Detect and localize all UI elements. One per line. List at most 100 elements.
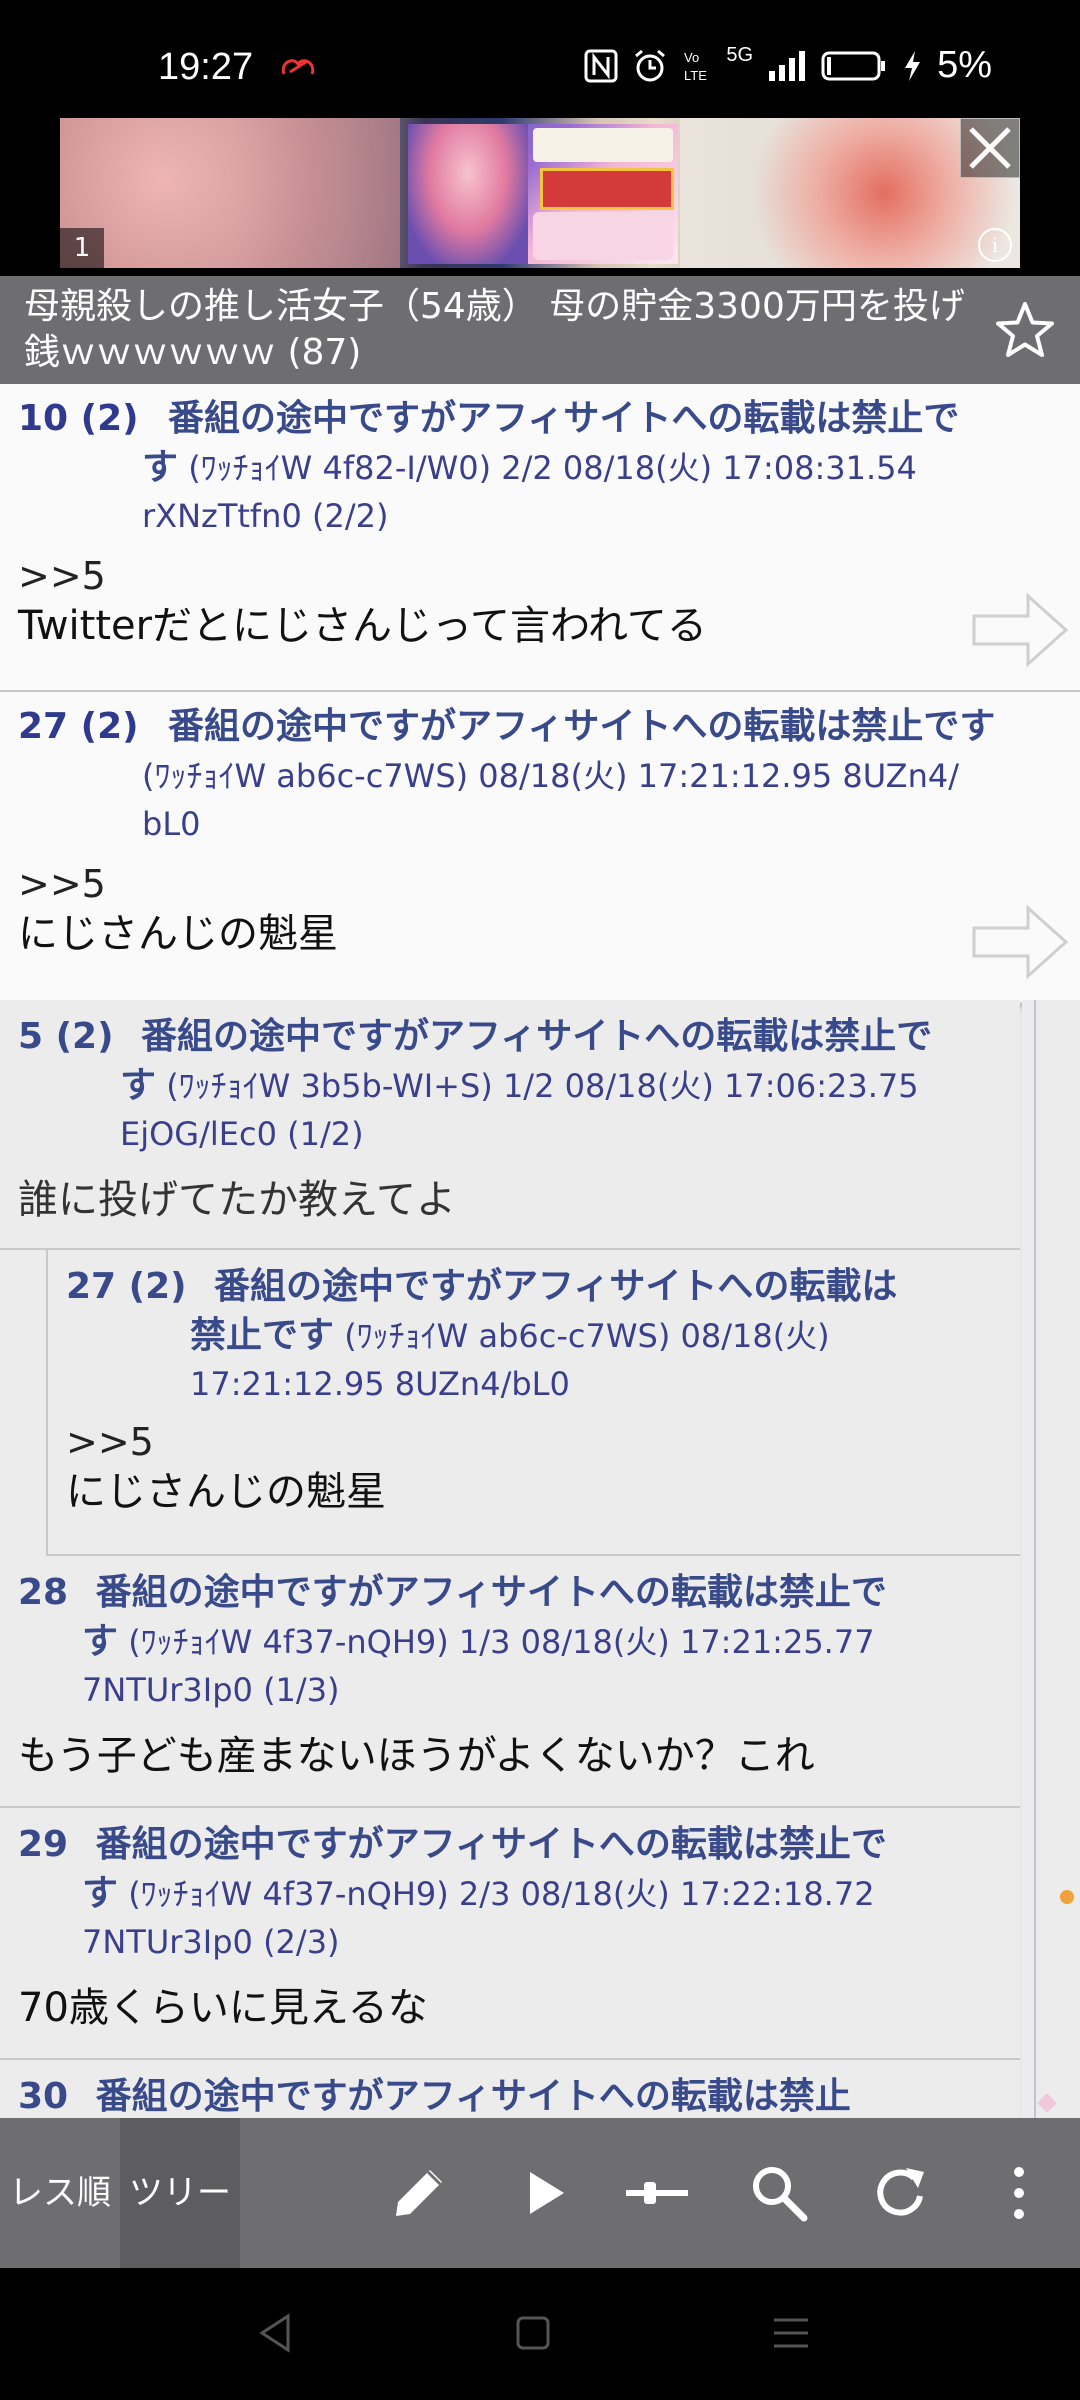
- post-name: 番組の途中ですがアフィサイトへの転載は禁止で: [168, 398, 960, 439]
- slider-icon[interactable]: [622, 2158, 692, 2228]
- post-id[interactable]: 7NTUr3Ip0 (2/3): [82, 1923, 340, 1961]
- back-icon[interactable]: [250, 2308, 300, 2358]
- ad-close-icon[interactable]: [960, 118, 1020, 178]
- list-item[interactable]: 29 番組の途中ですがアフィサイトへの転載は禁止で す (ﾜｯﾁｮｲW 4f37…: [0, 1808, 1020, 2060]
- ad-character-image: [408, 124, 528, 264]
- post-meta: (ﾜｯﾁｮｲW 3b5b-WI+S) 1/2 08/18(火) 17:06:23…: [156, 1067, 919, 1105]
- play-icon[interactable]: [510, 2158, 580, 2228]
- ad-banner[interactable]: 1 i: [60, 118, 1020, 268]
- signal-bars-icon: [769, 50, 806, 81]
- tab-order[interactable]: レス順: [0, 2118, 120, 2268]
- scroll-track: [1034, 1000, 1036, 2118]
- search-icon[interactable]: [744, 2158, 814, 2228]
- post-name: 番組の途中ですがアフィサイトへの転載は禁止: [95, 2076, 851, 2117]
- scroll-marker-orange[interactable]: [1060, 1890, 1074, 1904]
- home-icon[interactable]: [508, 2308, 558, 2358]
- post-meta-block: す (ﾜｯﾁｮｲW 4f82-I/W0) 2/2 08/18(火) 17:08:…: [18, 444, 1062, 540]
- post-name: 番組の途中ですがアフィサイトへの転載は禁止で: [95, 1824, 887, 1865]
- post-header: 27 (2) 番組の途中ですがアフィサイトへの転載は禁止です: [18, 702, 1062, 752]
- post-meta-block: す (ﾜｯﾁｮｲW 4f37-nQH9) 2/3 08/18(火) 17:22:…: [18, 1870, 1002, 1966]
- write-pencil-icon[interactable]: [384, 2158, 454, 2228]
- refresh-icon[interactable]: [866, 2158, 936, 2228]
- list-item-nested[interactable]: 27 (2) 番組の途中ですがアフィサイトへの転載は 禁止です (ﾜｯﾁｮｲW …: [46, 1250, 1020, 1556]
- post-anchor[interactable]: >>5: [18, 862, 1062, 906]
- post-body: もう子ども産まないほうがよくないか？これ: [18, 1733, 815, 1779]
- post-body: 70歳くらいに見えるな: [18, 1985, 428, 2031]
- ad-logo: [533, 128, 673, 162]
- post-header: 30 番組の途中ですがアフィサイトへの転載は禁止: [18, 2072, 1002, 2118]
- favorite-star-icon[interactable]: [992, 298, 1058, 364]
- post-number[interactable]: 5 (2): [18, 1012, 114, 1062]
- svg-text:Vo: Vo: [684, 50, 699, 65]
- ad-campaign-box: [533, 212, 673, 260]
- post-id[interactable]: EjOG/lEc0 (1/2): [120, 1115, 364, 1153]
- post-anchor[interactable]: >>5: [66, 1420, 1002, 1464]
- post-name-cont: す: [142, 447, 179, 488]
- svg-text:LTE: LTE: [684, 68, 707, 83]
- ad-info-icon[interactable]: i: [978, 228, 1012, 262]
- post-name: 番組の途中ですがアフィサイトへの転載は: [214, 1266, 898, 1307]
- post-id[interactable]: 17:21:12.95 8UZn4/bL0: [190, 1365, 570, 1403]
- recents-menu-icon[interactable]: [766, 2308, 816, 2358]
- post-number[interactable]: 29: [18, 1820, 68, 1870]
- post-anchor[interactable]: >>5: [18, 554, 1062, 598]
- ad-badge: [540, 168, 674, 210]
- scroll-marker-pink[interactable]: [1037, 2093, 1057, 2113]
- post-meta: (ﾜｯﾁｮｲW 4f82-I/W0) 2/2 08/18(火) 17:08:31…: [178, 449, 917, 487]
- ad-image-left: [60, 118, 400, 268]
- post-meta-block: 禁止です (ﾜｯﾁｮｲW ab6c-c7WS) 08/18(火) 17:21:1…: [66, 1312, 1002, 1408]
- battery-icon: [821, 51, 886, 80]
- tab-tree[interactable]: ツリー: [120, 2118, 240, 2268]
- post-list[interactable]: 5 (2) 番組の途中ですがアフィサイトへの転載は禁止で す (ﾜｯﾁｮｲW 3…: [0, 1000, 1020, 2118]
- signal-5g-icon: 5G: [726, 44, 754, 66]
- ad-counter: 1: [60, 228, 104, 268]
- post-meta-block: す (ﾜｯﾁｮｲW 4f37-nQH9) 1/3 08/18(火) 17:21:…: [18, 1618, 1002, 1714]
- post-id[interactable]: rXNzTtfn0 (2/2): [142, 497, 388, 535]
- volte-icon: Vo LTE: [684, 50, 707, 83]
- nfc-icon: [584, 49, 618, 82]
- post-number[interactable]: 10 (2): [18, 398, 139, 439]
- post-id[interactable]: bL0: [142, 805, 201, 843]
- post-name: 番組の途中ですがアフィサイトへの転載は禁止で: [141, 1016, 933, 1057]
- jump-arrow-icon[interactable]: [970, 590, 1070, 670]
- post-name-cont: す: [82, 1621, 119, 1662]
- post-name-cont: す: [82, 1873, 119, 1914]
- charging-icon: [905, 50, 921, 81]
- post-number[interactable]: 27 (2): [18, 706, 139, 747]
- post-body: Twitterだとにじさんじって言われてる: [18, 603, 707, 649]
- post-header: 28 番組の途中ですがアフィサイトへの転載は禁止で: [18, 1568, 1002, 1618]
- battery-percent: 5%: [937, 44, 992, 86]
- thread-title: 母親殺しの推し活女子（54歳） 母の貯金3300万円を投げ銭ｗｗｗｗｗｗ (87…: [24, 286, 965, 373]
- jump-arrow-icon[interactable]: [970, 902, 1070, 982]
- system-nav-bar: [0, 2268, 1080, 2400]
- status-time: 19:27: [158, 46, 254, 88]
- post-header: 29 番組の途中ですがアフィサイトへの転載は禁止で: [18, 1820, 1002, 1870]
- post-number[interactable]: 27 (2): [66, 1262, 187, 1312]
- thread-title-bar: 母親殺しの推し活女子（54歳） 母の貯金3300万円を投げ銭ｗｗｗｗｗｗ (87…: [0, 276, 1080, 384]
- list-item[interactable]: 30 番組の途中ですがアフィサイトへの転載は禁止: [0, 2060, 1020, 2118]
- post-meta: (ﾜｯﾁｮｲW ab6c-c7WS) 08/18(火) 17:21:12.95 …: [142, 757, 959, 795]
- post-meta: (ﾜｯﾁｮｲW 4f37-nQH9) 2/3 08/18(火) 17:22:18…: [118, 1875, 875, 1913]
- more-vert-icon[interactable]: [984, 2158, 1054, 2228]
- post-header: 10 (2) 番組の途中ですがアフィサイトへの転載は禁止で: [18, 394, 1062, 444]
- post-id[interactable]: 7NTUr3Ip0 (1/3): [82, 1671, 340, 1709]
- list-item[interactable]: 5 (2) 番組の途中ですがアフィサイトへの転載は禁止で す (ﾜｯﾁｮｲW 3…: [0, 1000, 1020, 1250]
- scroll-rail[interactable]: [1022, 1000, 1080, 2118]
- post-name: 番組の途中ですがアフィサイトへの転載は禁止で: [95, 1572, 887, 1613]
- post-header: 27 (2) 番組の途中ですがアフィサイトへの転載は: [66, 1262, 1002, 1312]
- post-name-cont: 禁止です: [190, 1315, 335, 1356]
- post-meta-block: す (ﾜｯﾁｮｲW 3b5b-WI+S) 1/2 08/18(火) 17:06:…: [18, 1062, 1002, 1158]
- ad-creative[interactable]: [408, 124, 678, 264]
- list-item[interactable]: 28 番組の途中ですがアフィサイトへの転載は禁止で す (ﾜｯﾁｮｲW 4f37…: [0, 1556, 1020, 1808]
- post-number[interactable]: 30: [18, 2072, 68, 2118]
- post-meta-block: (ﾜｯﾁｮｲW ab6c-c7WS) 08/18(火) 17:21:12.95 …: [18, 752, 1062, 848]
- notification-icon: [281, 59, 315, 75]
- post-name-cont: す: [120, 1065, 157, 1106]
- alarm-icon: [635, 49, 666, 81]
- post-meta: (ﾜｯﾁｮｲW 4f37-nQH9) 1/3 08/18(火) 17:21:25…: [118, 1623, 875, 1661]
- reply-popup[interactable]: 27 (2) 番組の途中ですがアフィサイトへの転載は禁止です (ﾜｯﾁｮｲW a…: [0, 692, 1080, 1004]
- post-body: にじさんじの魁星: [66, 1469, 386, 1515]
- reply-popup[interactable]: 10 (2) 番組の途中ですがアフィサイトへの転載は禁止で す (ﾜｯﾁｮｲW …: [0, 384, 1080, 692]
- post-body: にじさんじの魁星: [18, 911, 338, 957]
- post-number[interactable]: 28: [18, 1568, 68, 1618]
